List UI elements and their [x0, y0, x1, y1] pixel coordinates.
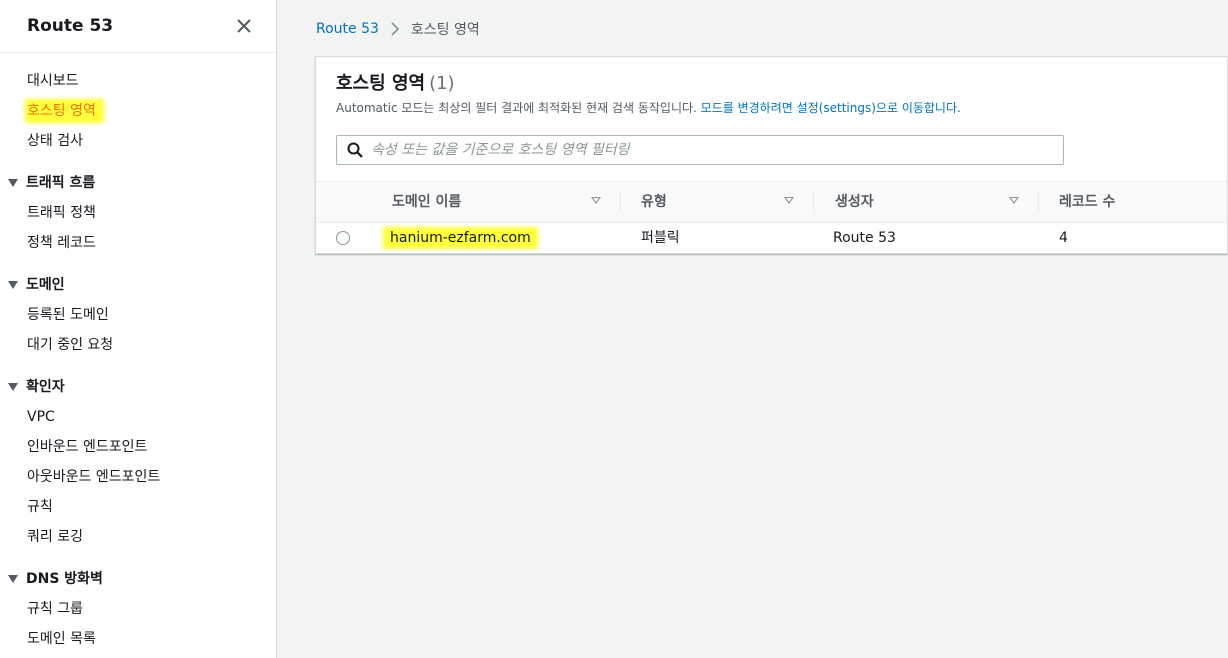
sidebar-item-query-logging[interactable]: 쿼리 로깅 — [0, 522, 276, 552]
cell-created-by: Route 53 — [833, 230, 896, 246]
settings-link[interactable]: 모드를 변경하려면 설정(settings)으로 이동합니다. — [701, 101, 961, 115]
sidebar-section-title: 확인자 — [26, 379, 65, 395]
sidebar-item-traffic-policies[interactable]: 트래픽 정책 — [0, 198, 276, 228]
cell-record-count: 4 — [1059, 230, 1068, 246]
sidebar-item-registered-domains[interactable]: 등록된 도메인 — [0, 300, 276, 330]
column-separator — [1038, 191, 1039, 213]
sidebar-item-label: 인바운드 엔드포인트 — [27, 439, 148, 455]
caret-down-icon — [8, 179, 18, 187]
sort-icon[interactable] — [591, 197, 601, 204]
filter-box — [336, 135, 1064, 165]
sidebar-item-label: 정책 레코드 — [27, 235, 96, 251]
search-icon — [347, 142, 363, 158]
sidebar-item-label: 규칙 그룹 — [27, 601, 83, 617]
sidebar: Route 53 대시보드 호스팅 영역 상태 검사 트래픽 흐름 트래픽 정책… — [0, 0, 277, 658]
sidebar-item-hosted-zones[interactable]: 호스팅 영역 — [0, 96, 276, 126]
page-title-text: 호스팅 영역 — [336, 73, 426, 94]
column-header-record-count[interactable]: 레코드 수 — [1059, 182, 1115, 222]
sidebar-item-rules[interactable]: 규칙 — [0, 492, 276, 522]
sidebar-item-label: 아웃바운드 엔드포인트 — [27, 469, 161, 485]
caret-down-icon — [8, 383, 18, 391]
sidebar-section-title: 도메인 — [26, 277, 65, 293]
domain-name-link[interactable]: hanium-ezfarm.com — [386, 230, 535, 246]
sidebar-item-health-checks[interactable]: 상태 검사 — [0, 126, 276, 156]
cell-domain-name[interactable]: hanium-ezfarm.com — [386, 223, 535, 253]
main-content: Route 53 호스팅 영역 호스팅 영역 (1) Automatic 모드는 … — [278, 0, 1228, 658]
breadcrumb-root-link[interactable]: Route 53 — [316, 21, 379, 37]
sidebar-section-title: 트래픽 흐름 — [26, 175, 96, 191]
sidebar-item-pending-requests[interactable]: 대기 중인 요청 — [0, 330, 276, 360]
row-select-radio[interactable] — [336, 231, 350, 245]
caret-down-icon — [8, 575, 18, 583]
sort-icon[interactable] — [784, 197, 794, 204]
breadcrumb: Route 53 호스팅 영역 — [316, 19, 480, 39]
cell-type: 퍼블릭 — [641, 230, 680, 246]
sidebar-item-dashboard[interactable]: 대시보드 — [0, 66, 276, 96]
sidebar-section-resolver[interactable]: 확인자 — [0, 372, 276, 402]
breadcrumb-current: 호스팅 영역 — [410, 22, 480, 38]
hosted-zones-table: 도메인 이름 유형 생성자 레코드 수 hanium-ezfarm.com 퍼블… — [316, 181, 1227, 253]
sidebar-item-label: VPC — [27, 409, 55, 425]
filter-input[interactable] — [371, 137, 1063, 163]
column-separator — [813, 191, 814, 213]
sidebar-item-label: 트래픽 정책 — [27, 205, 96, 221]
sidebar-item-label: 상태 검사 — [27, 133, 83, 149]
sort-icon[interactable] — [1009, 197, 1019, 204]
column-header-created-by[interactable]: 생성자 — [835, 182, 874, 222]
sidebar-header: Route 53 — [0, 0, 276, 53]
sidebar-item-domain-lists[interactable]: 도메인 목록 — [0, 624, 276, 654]
sidebar-item-label: 대기 중인 요청 — [27, 337, 114, 353]
sidebar-section-title: DNS 방화벽 — [26, 571, 103, 587]
column-header-type[interactable]: 유형 — [641, 182, 667, 222]
sidebar-item-policy-records[interactable]: 정책 레코드 — [0, 228, 276, 258]
sidebar-item-vpc[interactable]: VPC — [0, 402, 276, 432]
sidebar-item-label: 쿼리 로깅 — [27, 529, 83, 545]
sidebar-item-rule-groups[interactable]: 규칙 그룹 — [0, 594, 276, 624]
table-header: 도메인 이름 유형 생성자 레코드 수 — [316, 181, 1227, 223]
sidebar-item-label: 규칙 — [27, 499, 53, 515]
sidebar-item-label: 등록된 도메인 — [27, 307, 109, 323]
hosted-zones-panel: 호스팅 영역 (1) Automatic 모드는 최상의 필터 결과에 최적화된 … — [315, 56, 1228, 254]
sidebar-item-label: 도메인 목록 — [27, 631, 96, 647]
sidebar-nav: 대시보드 호스팅 영역 상태 검사 트래픽 흐름 트래픽 정책 정책 레코드 도… — [0, 53, 276, 654]
close-sidebar-button[interactable] — [234, 16, 254, 36]
table-row[interactable]: hanium-ezfarm.com 퍼블릭 Route 53 4 — [316, 223, 1227, 253]
sidebar-item-label: 호스팅 영역 — [27, 101, 102, 121]
close-icon — [237, 19, 251, 33]
sidebar-item-label: 대시보드 — [27, 73, 79, 89]
sidebar-item-inbound-endpoints[interactable]: 인바운드 엔드포인트 — [0, 432, 276, 462]
sidebar-section-traffic-flow[interactable]: 트래픽 흐름 — [0, 168, 276, 198]
column-header-domain-name[interactable]: 도메인 이름 — [392, 182, 461, 222]
sidebar-item-outbound-endpoints[interactable]: 아웃바운드 엔드포인트 — [0, 462, 276, 492]
panel-header: 호스팅 영역 (1) Automatic 모드는 최상의 필터 결과에 최적화된 … — [316, 57, 1227, 181]
sidebar-section-dns-firewall[interactable]: DNS 방화벽 — [0, 564, 276, 594]
sidebar-title: Route 53 — [27, 16, 114, 36]
zone-count: (1) — [429, 73, 455, 94]
column-separator — [620, 191, 621, 213]
chevron-right-icon — [391, 22, 399, 36]
description-text: Automatic 모드는 최상의 필터 결과에 최적화된 현재 검색 동작입니… — [336, 101, 697, 115]
page-title: 호스팅 영역 (1) — [336, 72, 1207, 96]
sidebar-section-domains[interactable]: 도메인 — [0, 270, 276, 300]
panel-description: Automatic 모드는 최상의 필터 결과에 최적화된 현재 검색 동작입니… — [336, 99, 1207, 117]
caret-down-icon — [8, 281, 18, 289]
